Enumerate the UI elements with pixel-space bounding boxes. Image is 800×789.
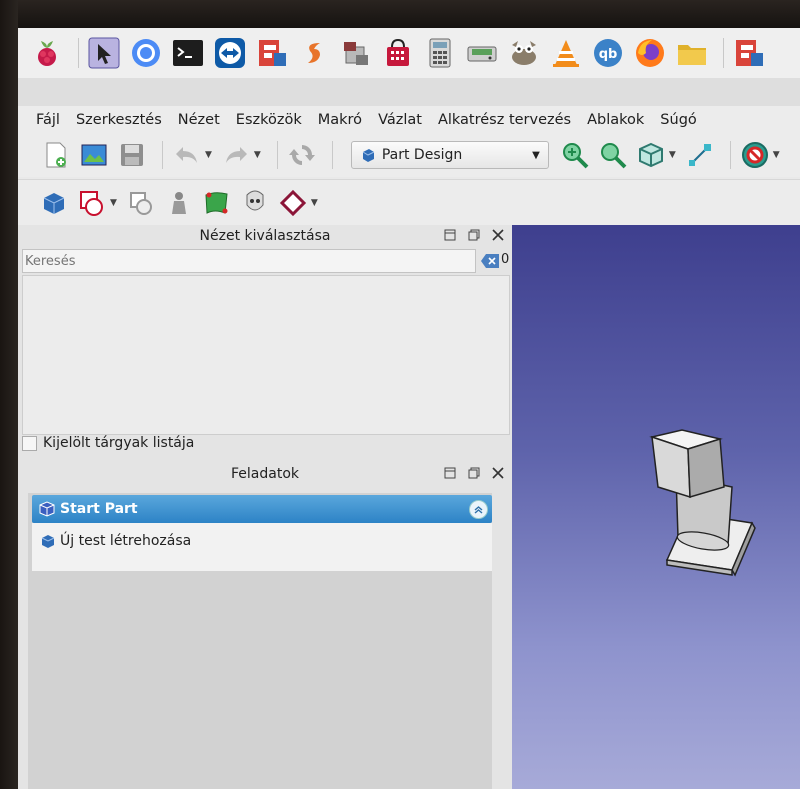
tasks-title-bar: Feladatok <box>18 463 512 485</box>
datum-point-icon[interactable] <box>163 187 195 219</box>
zoom-fit-all-icon[interactable] <box>559 139 591 171</box>
part-design-icon <box>362 149 375 162</box>
menu-edit[interactable]: Szerkesztés <box>68 112 170 128</box>
package-icon[interactable] <box>339 36 373 70</box>
teamviewer-icon[interactable] <box>213 36 247 70</box>
left-dock: Nézet kiválasztása 0 Kijelölt tárgyak li… <box>18 225 512 789</box>
menu-help[interactable]: Súgó <box>652 112 704 128</box>
screen: qb Fájl Szerkesztés Nézet Eszközök Makró… <box>18 28 800 789</box>
model-head-side <box>687 438 725 498</box>
no-entry-dropdown-icon[interactable]: ▼ <box>773 150 780 160</box>
menu-windows[interactable]: Ablakok <box>579 112 652 128</box>
raspberry-menu-icon[interactable] <box>30 36 64 70</box>
toolbar-separator <box>331 141 333 169</box>
minimize-panel-icon[interactable] <box>442 227 458 243</box>
save-icon[interactable] <box>116 139 148 171</box>
selection-view-title: Nézet kiválasztása <box>199 228 331 244</box>
float-panel-icon[interactable] <box>466 227 482 243</box>
calculator-icon[interactable] <box>423 36 457 70</box>
freecad-icon[interactable] <box>255 36 289 70</box>
chevron-down-icon: ▼ <box>532 149 540 161</box>
new-document-icon[interactable] <box>40 139 72 171</box>
measure-icon[interactable] <box>684 139 716 171</box>
undo-dropdown-icon[interactable]: ▼ <box>205 150 212 160</box>
no-entry-icon[interactable] <box>739 139 771 171</box>
taskbar-separator <box>78 38 79 68</box>
open-document-icon[interactable] <box>78 139 110 171</box>
terminal-icon[interactable] <box>171 36 205 70</box>
menu-part-design[interactable]: Alkatrész tervezés <box>430 112 579 128</box>
task-panel: Start Part Új test létrehozása <box>28 493 492 789</box>
start-part-icon <box>39 501 55 517</box>
freecad-window-icon[interactable] <box>732 36 766 70</box>
zoom-fit-selection-icon[interactable] <box>597 139 629 171</box>
3d-model <box>649 429 756 577</box>
refresh-icon[interactable] <box>286 139 318 171</box>
shopping-bag-icon[interactable] <box>381 36 415 70</box>
start-part-body: Új test létrehozása <box>32 523 492 571</box>
clear-search-icon[interactable] <box>480 252 500 270</box>
create-body-link[interactable]: Új test létrehozása <box>40 533 191 549</box>
cursor-icon[interactable] <box>87 36 121 70</box>
menu-macro[interactable]: Makró <box>310 112 370 128</box>
menu-file[interactable]: Fájl <box>28 112 68 128</box>
selection-view-title-bar: Nézet kiválasztása <box>18 225 512 247</box>
selected-objects-checkbox[interactable] <box>22 435 37 451</box>
float-panel-icon[interactable] <box>466 465 482 481</box>
minimize-panel-icon[interactable] <box>442 465 458 481</box>
chromium-icon[interactable] <box>129 36 163 70</box>
firefox-icon[interactable] <box>633 36 667 70</box>
create-sketch-icon[interactable] <box>76 187 108 219</box>
selected-objects-label: Kijelölt tárgyak listája <box>43 435 195 451</box>
toolbar-separator <box>729 141 731 169</box>
tasks-title: Feladatok <box>231 466 299 482</box>
folder-icon[interactable] <box>675 36 709 70</box>
monitor-bezel-top <box>0 0 800 30</box>
main-toolbar: ▼ ▼ Part Design ▼ ▼ ▼ <box>18 133 800 177</box>
qbittorrent-icon[interactable]: qb <box>591 36 625 70</box>
validate-sketch-icon[interactable] <box>125 187 157 219</box>
create-body-label: Új test létrehozása <box>60 533 192 549</box>
gimp-icon[interactable] <box>507 36 541 70</box>
redo-icon[interactable] <box>220 139 252 171</box>
start-part-title: Start Part <box>60 501 138 517</box>
s-app-icon[interactable] <box>297 36 331 70</box>
view-isometric-icon[interactable] <box>635 139 667 171</box>
svg-text:qb: qb <box>599 47 618 62</box>
toolbar-separator <box>276 141 278 169</box>
workbench-label: Part Design <box>381 147 463 163</box>
redo-dropdown-icon[interactable]: ▼ <box>254 150 261 160</box>
window-title-area <box>18 78 800 106</box>
binder-dropdown-icon[interactable]: ▼ <box>311 198 318 208</box>
vlc-icon[interactable] <box>549 36 583 70</box>
taskbar: qb <box>18 28 800 79</box>
part-design-toolbar: ▼ ▼ <box>18 179 800 226</box>
disk-icon[interactable] <box>465 36 499 70</box>
sub-shape-binder-icon[interactable] <box>277 187 309 219</box>
sketch-dropdown-icon[interactable]: ▼ <box>110 198 117 208</box>
undo-icon[interactable] <box>171 139 203 171</box>
search-input[interactable] <box>22 249 476 273</box>
selection-count: 0 <box>501 252 510 267</box>
menu-view[interactable]: Nézet <box>170 112 228 128</box>
shape-binder-icon[interactable] <box>201 187 233 219</box>
menu-sketch[interactable]: Vázlat <box>370 112 430 128</box>
clone-icon[interactable] <box>239 187 271 219</box>
taskbar-separator <box>723 38 724 68</box>
menubar: Fájl Szerkesztés Nézet Eszközök Makró Vá… <box>18 106 800 133</box>
create-body-icon[interactable] <box>38 187 70 219</box>
close-icon[interactable] <box>490 227 506 243</box>
start-part-header[interactable]: Start Part <box>32 495 492 523</box>
monitor-bezel-left <box>0 0 18 789</box>
selected-objects-row: Kijelölt tárgyak listája <box>22 435 194 451</box>
workbench-selector[interactable]: Part Design ▼ <box>350 141 549 169</box>
toolbar-separator <box>162 141 163 169</box>
body-icon <box>41 535 55 548</box>
3d-view[interactable] <box>512 225 800 789</box>
collapse-section-icon[interactable] <box>469 500 488 519</box>
view-dropdown-icon[interactable]: ▼ <box>669 150 676 160</box>
menu-tools[interactable]: Eszközök <box>228 112 310 128</box>
close-icon[interactable] <box>490 465 506 481</box>
selection-list[interactable] <box>22 275 510 435</box>
